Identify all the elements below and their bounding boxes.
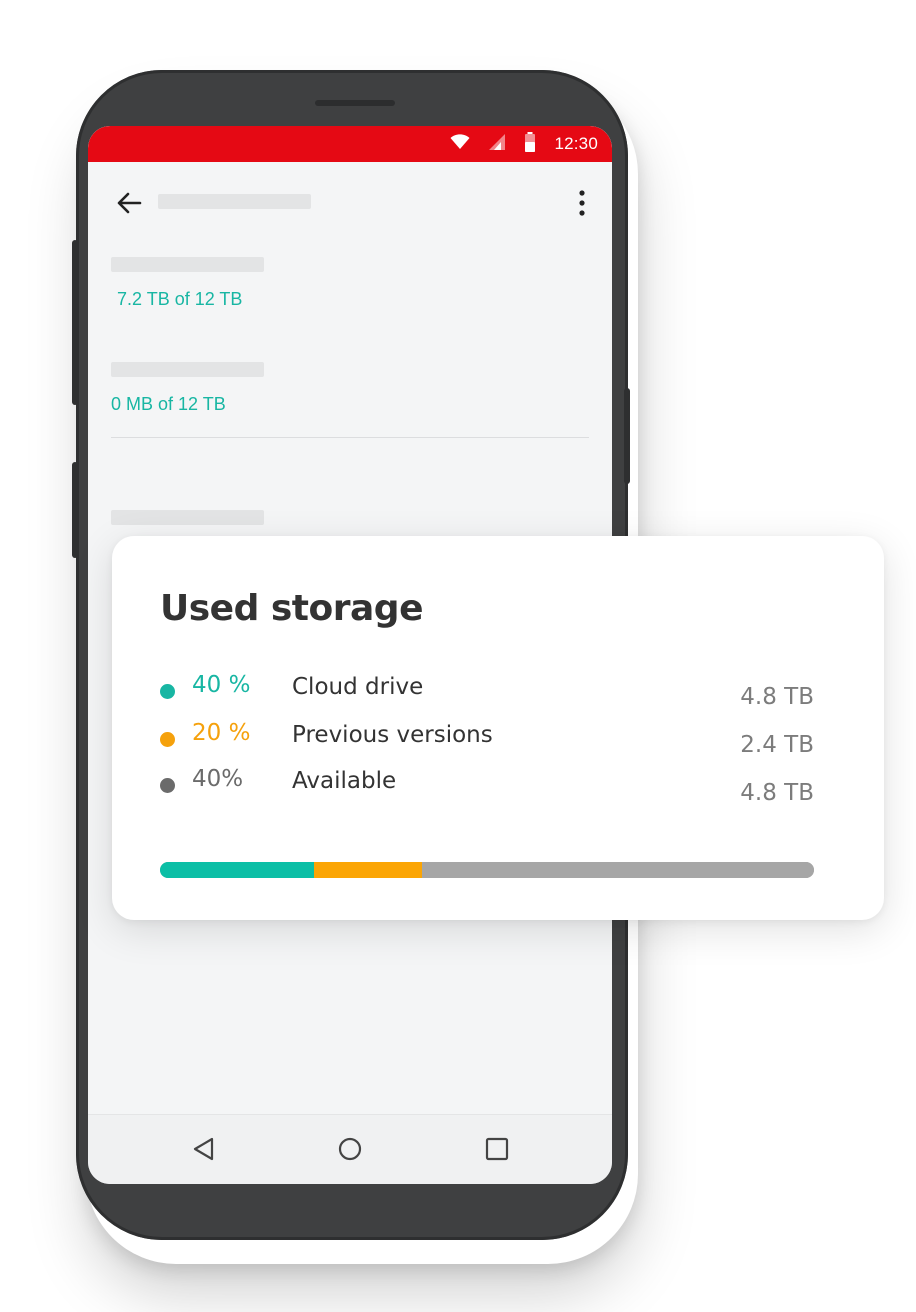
- legend-label: Available: [292, 768, 397, 794]
- volume-button: [72, 240, 78, 405]
- legend-size: 4.8 TB: [740, 684, 814, 710]
- power-button: [624, 388, 630, 484]
- usage-segment-available: [421, 862, 814, 878]
- legend-label: Cloud drive: [292, 674, 424, 700]
- legend-dot: [160, 732, 175, 747]
- label-placeholder: [111, 510, 264, 525]
- legend-row-cloud-drive: 40 % Cloud drive: [160, 672, 820, 704]
- legend-row-available: 40% Available: [160, 766, 820, 798]
- status-time: 12:30: [554, 134, 598, 153]
- legend-percent: 40%: [192, 766, 244, 792]
- navigation-bar: [88, 1114, 612, 1184]
- nav-back-icon[interactable]: [186, 1131, 222, 1167]
- status-icons: 12:30: [450, 131, 598, 157]
- legend-row-previous-versions: 20 % Previous versions: [160, 720, 820, 752]
- nav-home-icon[interactable]: [332, 1131, 368, 1167]
- phone-speaker: [315, 100, 395, 106]
- status-bar: 12:30: [88, 126, 612, 162]
- usage-segment-cloud-drive: [160, 862, 314, 878]
- label-placeholder: [111, 362, 264, 377]
- storage-usage-text: 7.2 TB of 12 TB: [117, 289, 243, 309]
- label-placeholder: [111, 257, 264, 272]
- arrow-back-icon[interactable]: [114, 188, 144, 218]
- usage-segment-previous-versions: [313, 862, 422, 878]
- bixby-button: [72, 462, 78, 558]
- title-placeholder: [158, 194, 311, 209]
- legend-size: 2.4 TB: [740, 732, 814, 758]
- divider: [111, 437, 589, 438]
- app-bar: [88, 162, 612, 242]
- more-vert-icon[interactable]: [574, 188, 590, 218]
- nav-recent-icon[interactable]: [479, 1131, 515, 1167]
- card-title: Used storage: [160, 588, 423, 629]
- legend-size: 4.8 TB: [740, 780, 814, 806]
- battery-icon: [524, 131, 536, 157]
- signal-icon: [488, 133, 506, 156]
- legend-label: Previous versions: [292, 722, 493, 748]
- wifi-icon: [450, 133, 470, 155]
- legend-percent: 40 %: [192, 672, 251, 698]
- storage-usage-bar: [160, 862, 814, 878]
- legend-percent: 20 %: [192, 720, 251, 746]
- storage-usage-text: 0 MB of 12 TB: [111, 394, 226, 414]
- legend-dot: [160, 778, 175, 793]
- legend-dot: [160, 684, 175, 699]
- used-storage-card: Used storage 40 % Cloud drive 4.8 TB 20 …: [112, 536, 884, 920]
